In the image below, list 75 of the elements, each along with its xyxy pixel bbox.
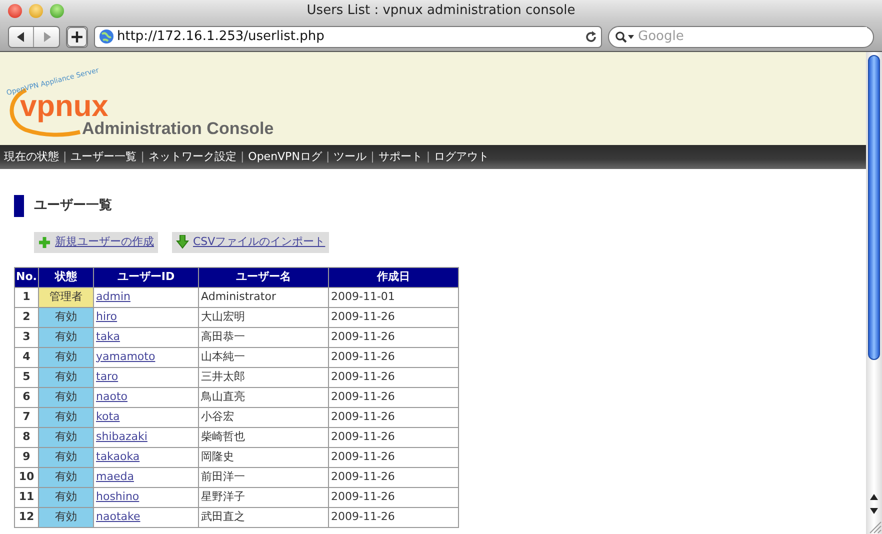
column-header: ユーザーID (94, 267, 198, 287)
status-cell: 有効 (38, 447, 94, 467)
table-cell: 大山宏明 (198, 307, 328, 327)
table-cell: 2009-11-26 (328, 307, 458, 327)
status-cell: 有効 (38, 327, 94, 347)
nav-link[interactable]: ユーザー一覧 (70, 148, 137, 166)
table-cell: 三井太郎 (198, 367, 328, 387)
nav-separator: | (326, 148, 330, 165)
table-cell: 前田洋一 (198, 467, 328, 487)
action-link[interactable]: 新規ユーザーの作成 (34, 232, 158, 252)
user-id-link[interactable]: kota (96, 410, 120, 423)
nav-separator: | (63, 148, 67, 165)
address-bar[interactable]: http://172.16.1.253/userlist.php (94, 26, 602, 48)
status-cell: 有効 (38, 427, 94, 447)
nav-link[interactable]: サポート (378, 148, 422, 166)
nav-link[interactable]: ネットワーク設定 (148, 148, 236, 166)
table-cell: 2009-11-26 (328, 367, 458, 387)
action-link[interactable]: CSVファイルのインポート (172, 232, 330, 252)
table-cell: 柴崎哲也 (198, 427, 328, 447)
table-cell: 2009-11-26 (328, 447, 458, 467)
table-cell: 武田直之 (198, 507, 328, 527)
nav-link[interactable]: ログアウト (434, 148, 490, 166)
column-header: ユーザー名 (198, 267, 328, 287)
status-cell: 有効 (38, 367, 94, 387)
status-cell: 有効 (38, 407, 94, 427)
close-icon[interactable] (8, 4, 22, 18)
nav-separator: | (240, 148, 244, 165)
table-cell: 2009-11-26 (328, 327, 458, 347)
column-header: No. (14, 267, 38, 287)
table-cell: 小谷宏 (198, 407, 328, 427)
table-cell: 2009-11-26 (328, 467, 458, 487)
forward-arrow-icon (42, 32, 52, 42)
table-cell: 2009-11-01 (328, 287, 458, 307)
nav-separator: | (426, 148, 430, 165)
table-cell: 2009-11-26 (328, 407, 458, 427)
table-cell: 山本純一 (198, 347, 328, 367)
table-cell: Administrator (198, 287, 328, 307)
status-cell: 有効 (38, 307, 94, 327)
table-cell: 2009-11-26 (328, 347, 458, 367)
back-arrow-icon (16, 32, 26, 42)
table-cell: 星野洋子 (198, 487, 328, 507)
search-bar[interactable]: Google (608, 26, 874, 48)
user-id-link[interactable]: hiro (96, 310, 118, 323)
status-cell: 有効 (38, 347, 94, 367)
download-arrow-icon (176, 235, 189, 250)
table-cell: 岡隆史 (198, 447, 328, 467)
page-heading: ユーザー一覧 (34, 197, 112, 216)
search-icon (615, 30, 635, 42)
add-bookmark-icon[interactable] (66, 26, 88, 48)
reload-icon[interactable] (585, 30, 597, 42)
status-cell: 有効 (38, 467, 94, 487)
nav-separator: | (370, 148, 374, 165)
globe-icon (99, 29, 114, 44)
plus-icon (38, 236, 51, 249)
nav-link[interactable]: OpenVPNログ (248, 148, 322, 166)
table-cell: 2009-11-26 (328, 427, 458, 447)
table-cell: 2009-11-26 (328, 387, 458, 407)
column-header: 状態 (38, 267, 94, 287)
column-header: 作成日 (328, 267, 458, 287)
heading-marker (14, 195, 24, 217)
window-title: Users List : vpnux administration console (306, 3, 576, 18)
status-cell: 有効 (38, 387, 94, 407)
table-cell: 2009-11-26 (328, 487, 458, 507)
console-subtitle: Administration Console (82, 119, 274, 140)
status-cell: 管理者 (38, 287, 94, 307)
user-id-link[interactable]: taro (96, 370, 118, 383)
table-cell: 高田恭一 (198, 327, 328, 347)
table-cell: 鳥山直亮 (198, 387, 328, 407)
nav-separator: | (140, 148, 144, 165)
status-cell: 有効 (38, 487, 94, 507)
user-id-link[interactable]: taka (96, 330, 120, 343)
nav-link[interactable]: ツール (334, 148, 367, 166)
nav-link[interactable]: 現在の状態 (4, 148, 59, 166)
table-cell: 2009-11-26 (328, 507, 458, 527)
status-cell: 有効 (38, 507, 94, 527)
